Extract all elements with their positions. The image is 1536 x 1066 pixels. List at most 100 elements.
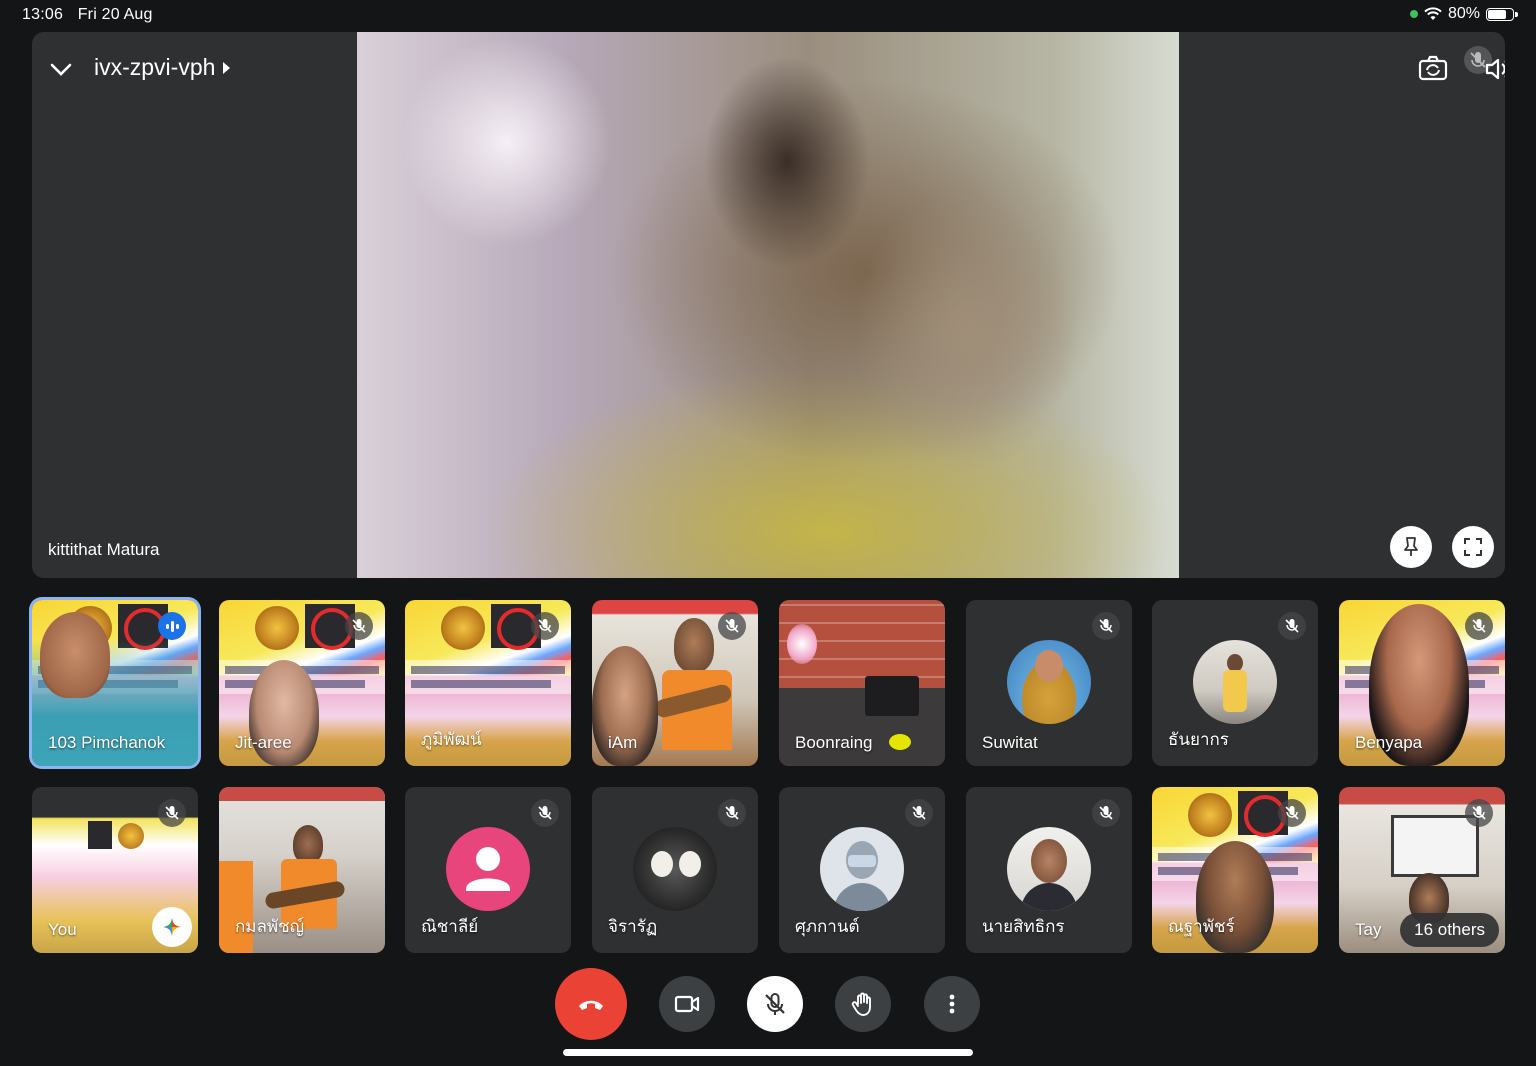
no-drugs-logo <box>88 821 112 849</box>
mic-off-icon <box>718 799 746 827</box>
participant-avatar <box>820 827 904 911</box>
mic-off-icon <box>718 612 746 640</box>
sparkle-icon <box>163 918 181 936</box>
participant-name: Boonraing <box>795 733 873 752</box>
flowers <box>787 624 817 664</box>
participant-name: Tay <box>1355 920 1382 939</box>
mic-off-icon <box>765 993 785 1015</box>
more-options-button[interactable] <box>924 976 980 1032</box>
participant-name: ศุภกานต์ <box>795 917 860 936</box>
person-icon <box>466 847 510 891</box>
effects-button[interactable] <box>152 907 192 947</box>
status-time: 13:06 <box>22 6 64 23</box>
participant-tile[interactable]: จิรารัฏ <box>592 787 758 953</box>
school-logo <box>441 606 485 650</box>
raise-hand-icon <box>851 992 871 1016</box>
mic-off-icon <box>531 799 559 827</box>
printer <box>865 676 919 716</box>
mic-off-icon <box>158 799 186 827</box>
participant-tile[interactable]: Jit-aree <box>219 600 385 766</box>
participant-tile[interactable]: กมลพัชญ์ <box>219 787 385 953</box>
cable-reel <box>889 734 911 750</box>
participant-avatar <box>446 827 530 911</box>
participant-tile[interactable]: Tay 16 others <box>1339 787 1505 953</box>
speaker-name: kittithat Matura <box>48 540 160 559</box>
speaker-video <box>357 32 1179 578</box>
participant-face <box>40 612 110 698</box>
mic-off-icon <box>1278 612 1306 640</box>
participant-tile[interactable]: iAm <box>592 600 758 766</box>
participant-tile[interactable]: ธันยากร <box>1152 600 1318 766</box>
battery-fill <box>1488 9 1507 19</box>
participant-name: ณิชาลีย์ <box>421 917 479 936</box>
participant-tile[interactable]: Boonraing <box>779 600 945 766</box>
caret-right-icon <box>223 61 231 74</box>
participant-face <box>293 825 323 863</box>
participant-name: กมลพัชญ์ <box>235 917 305 936</box>
participant-name: ณฐาพัชร์ <box>1168 917 1235 936</box>
meeting-code: ivx-zpvi-vph <box>94 54 216 80</box>
camera-icon <box>674 995 700 1013</box>
participant-name: ภูมิพัฒน์ <box>421 730 482 749</box>
status-bar: 13:06 Fri 20 Aug 80% <box>0 0 1536 30</box>
switch-camera-icon[interactable] <box>1416 52 1450 86</box>
fullscreen-icon <box>1464 538 1482 556</box>
mic-off-icon <box>905 799 933 827</box>
participant-name: 103 Pimchanok <box>48 733 166 752</box>
mic-off-icon <box>345 612 373 640</box>
chevron-down-icon[interactable] <box>46 54 76 84</box>
participant-name: Jit-aree <box>235 733 292 752</box>
camera-button[interactable] <box>659 976 715 1032</box>
home-indicator[interactable] <box>563 1049 973 1056</box>
school-logo <box>1188 793 1232 837</box>
whiteboard <box>1391 815 1479 877</box>
camera-in-use-dot <box>1409 10 1418 18</box>
school-logo <box>255 606 299 650</box>
participant-name: จิรารัฏ <box>608 917 658 936</box>
participant-name: ธันยากร <box>1168 730 1229 749</box>
participant-tile[interactable]: ศุภกานต์ <box>779 787 945 953</box>
meeting-header: ivx-zpvi-vph <box>32 32 1505 104</box>
main-stage: ivx-zpvi-vph kittithat Matura <box>32 32 1505 578</box>
meeting-code-button[interactable]: ivx-zpvi-vph <box>94 54 231 81</box>
participant-avatar <box>1007 640 1091 724</box>
battery-icon <box>1486 7 1518 21</box>
mic-off-icon <box>1278 799 1306 827</box>
end-call-button[interactable] <box>555 968 627 1040</box>
battery-percent: 80% <box>1447 5 1480 22</box>
participant-avatar <box>1007 827 1091 911</box>
participant-tile[interactable]: You <box>32 787 198 953</box>
others-count: 16 others <box>1414 920 1485 939</box>
mic-off-icon <box>1092 799 1120 827</box>
participant-name: Suwitat <box>982 733 1038 752</box>
fullscreen-button[interactable] <box>1452 526 1494 568</box>
school-logo <box>118 823 144 849</box>
participant-name: Benyapa <box>1355 733 1423 752</box>
participant-avatar <box>1193 640 1277 724</box>
pin-button[interactable] <box>1390 526 1432 568</box>
participant-name: นายสิทธิกร <box>982 917 1065 936</box>
participant-tile[interactable]: ณฐาพัชร์ <box>1152 787 1318 953</box>
mic-off-icon <box>1092 612 1120 640</box>
raise-hand-button[interactable] <box>835 976 891 1032</box>
mic-toggle-button[interactable] <box>747 976 803 1032</box>
wifi-icon <box>1424 7 1442 20</box>
desk <box>779 688 945 766</box>
mic-off-icon <box>1465 612 1493 640</box>
participant-tile[interactable]: ณิชาลีย์ <box>405 787 571 953</box>
speaker-icon[interactable] <box>1480 52 1505 86</box>
participant-tile[interactable]: Suwitat <box>966 600 1132 766</box>
participant-tile[interactable]: Benyapa <box>1339 600 1505 766</box>
others-chip[interactable]: 16 others <box>1400 913 1499 947</box>
participant-tile[interactable]: ภูมิพัฒน์ <box>405 600 571 766</box>
speaking-indicator <box>158 612 186 640</box>
participant-tile[interactable]: นายสิทธิกร <box>966 787 1132 953</box>
poster-headline <box>405 660 571 694</box>
participant-tile[interactable]: 103 Pimchanok <box>32 600 198 766</box>
banner <box>219 787 385 801</box>
pin-icon <box>1404 537 1418 556</box>
more-vert-icon <box>949 994 955 1014</box>
mic-off-icon <box>1465 799 1493 827</box>
participant-face <box>674 618 714 672</box>
status-date: Fri 20 Aug <box>77 6 153 23</box>
